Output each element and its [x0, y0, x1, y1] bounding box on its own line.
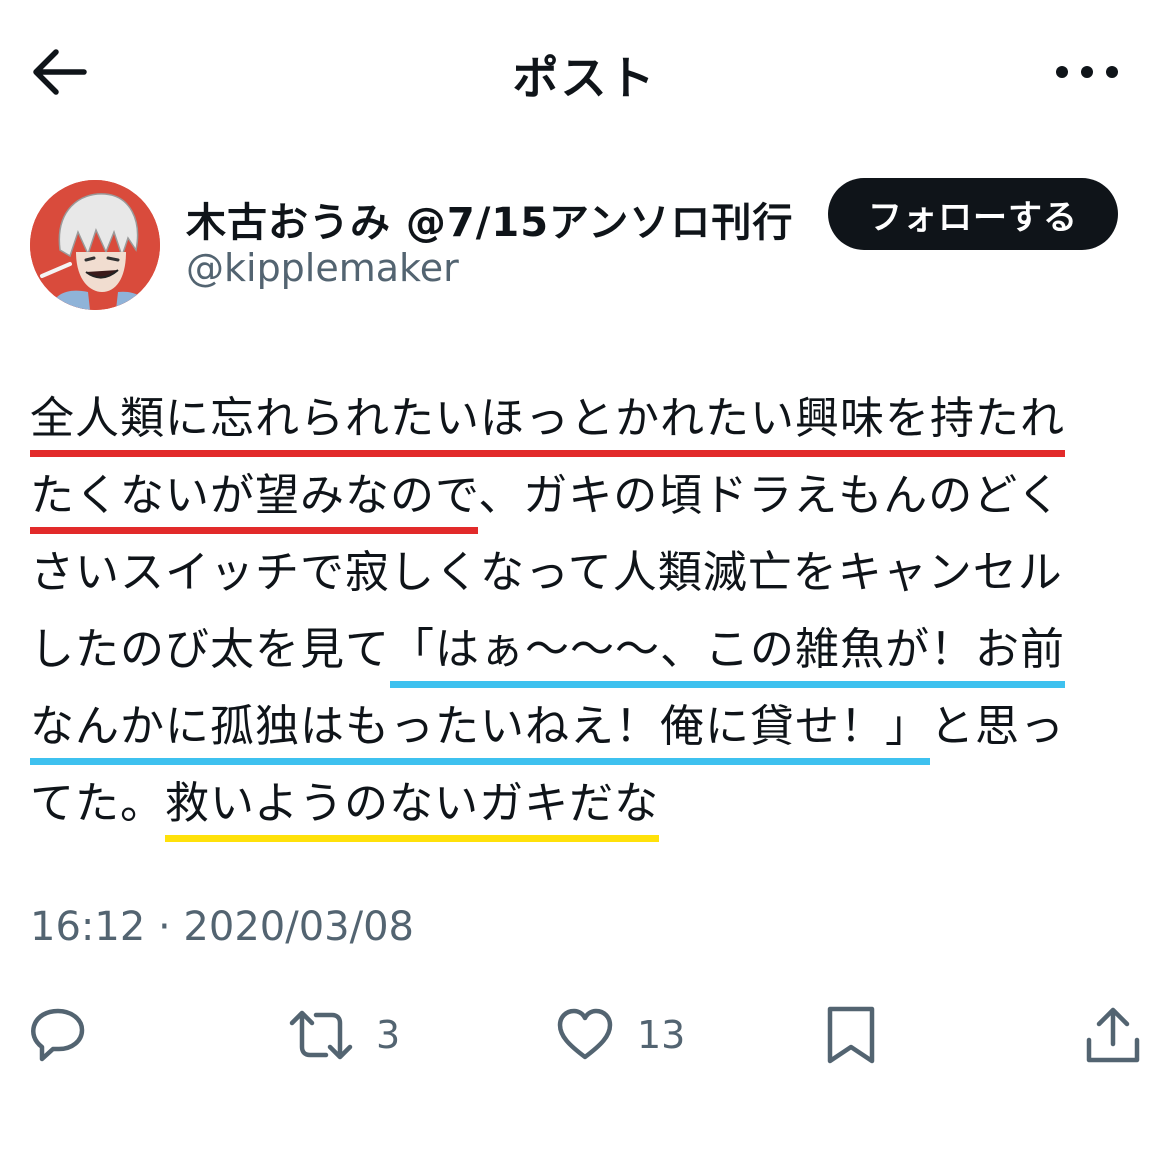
post-timestamp[interactable]: 16:12 · 2020/03/08	[30, 904, 414, 950]
retweet-icon	[289, 1010, 353, 1060]
highlighted-text-yellow: 救いようのないガキだな	[165, 778, 660, 842]
tweet-line: さいスイッチで寂しくなって人類滅亡をキャンセル	[30, 534, 1140, 611]
heart-icon	[557, 1008, 613, 1060]
retweet-count: 3	[376, 1013, 401, 1057]
action-bar: 3 13	[0, 990, 1169, 1080]
tweet-line: 全人類に忘れられたいほっとかれたい興味を持たれ	[30, 380, 1140, 457]
tweet-text-segment: さいスイッチで寂しくなって人類滅亡をキャンセル	[30, 547, 1063, 598]
page-title: ポスト	[512, 51, 657, 105]
tweet-text-segment: と思っ	[930, 701, 1065, 752]
highlighted-text-blue: 「はぁ〜〜〜、この雑魚が！お前	[390, 624, 1065, 688]
bookmark-icon	[827, 1006, 875, 1064]
share-icon	[1086, 1007, 1140, 1063]
reply-icon	[31, 1008, 85, 1062]
more-horizontal-icon	[1056, 66, 1118, 78]
tweet-text-segment: 、ガキの頃ドラえもんのどく	[478, 470, 1062, 521]
retweet-button[interactable]: 3	[288, 990, 400, 1080]
user-handle[interactable]: @kipplemaker	[186, 246, 459, 290]
more-options-button[interactable]	[1052, 50, 1122, 94]
tweet-line: したのび太を見て「はぁ〜〜〜、この雑魚が！お前	[30, 611, 1140, 688]
follow-button[interactable]: フォローする	[828, 178, 1118, 250]
tweet-text-segment: てた。	[30, 778, 165, 829]
reply-button[interactable]	[28, 990, 88, 1080]
tweet-text: 全人類に忘れられたいほっとかれたい興味を持たれ たくないが望みなので、ガキの頃ドラ…	[30, 380, 1140, 842]
like-count: 13	[637, 1013, 686, 1057]
share-button[interactable]	[1084, 990, 1142, 1080]
avatar-illustration-icon	[30, 180, 160, 310]
bookmark-button[interactable]	[824, 990, 878, 1080]
highlighted-text-red: 全人類に忘れられたいほっとかれたい興味を持たれ	[30, 393, 1065, 457]
highlighted-text-blue: なんかに孤独はもったいねえ！俺に貸せ！」	[30, 701, 930, 765]
like-button[interactable]: 13	[555, 990, 685, 1080]
top-bar: ポスト	[0, 0, 1169, 140]
tweet-line: なんかに孤独はもったいねえ！俺に貸せ！」と思っ	[30, 688, 1140, 765]
avatar[interactable]	[30, 180, 160, 310]
tweet-text-segment: したのび太を見て	[30, 624, 390, 675]
author-row: 木古おうみ @7/15アンソロ刊行 @kipplemaker フォローする	[0, 170, 1169, 310]
tweet-line: てた。救いようのないガキだな	[30, 765, 1140, 842]
tweet-line: たくないが望みなので、ガキの頃ドラえもんのどく	[30, 457, 1140, 534]
highlighted-text-red: たくないが望みなので	[30, 470, 479, 534]
display-name[interactable]: 木古おうみ @7/15アンソロ刊行	[186, 190, 793, 248]
